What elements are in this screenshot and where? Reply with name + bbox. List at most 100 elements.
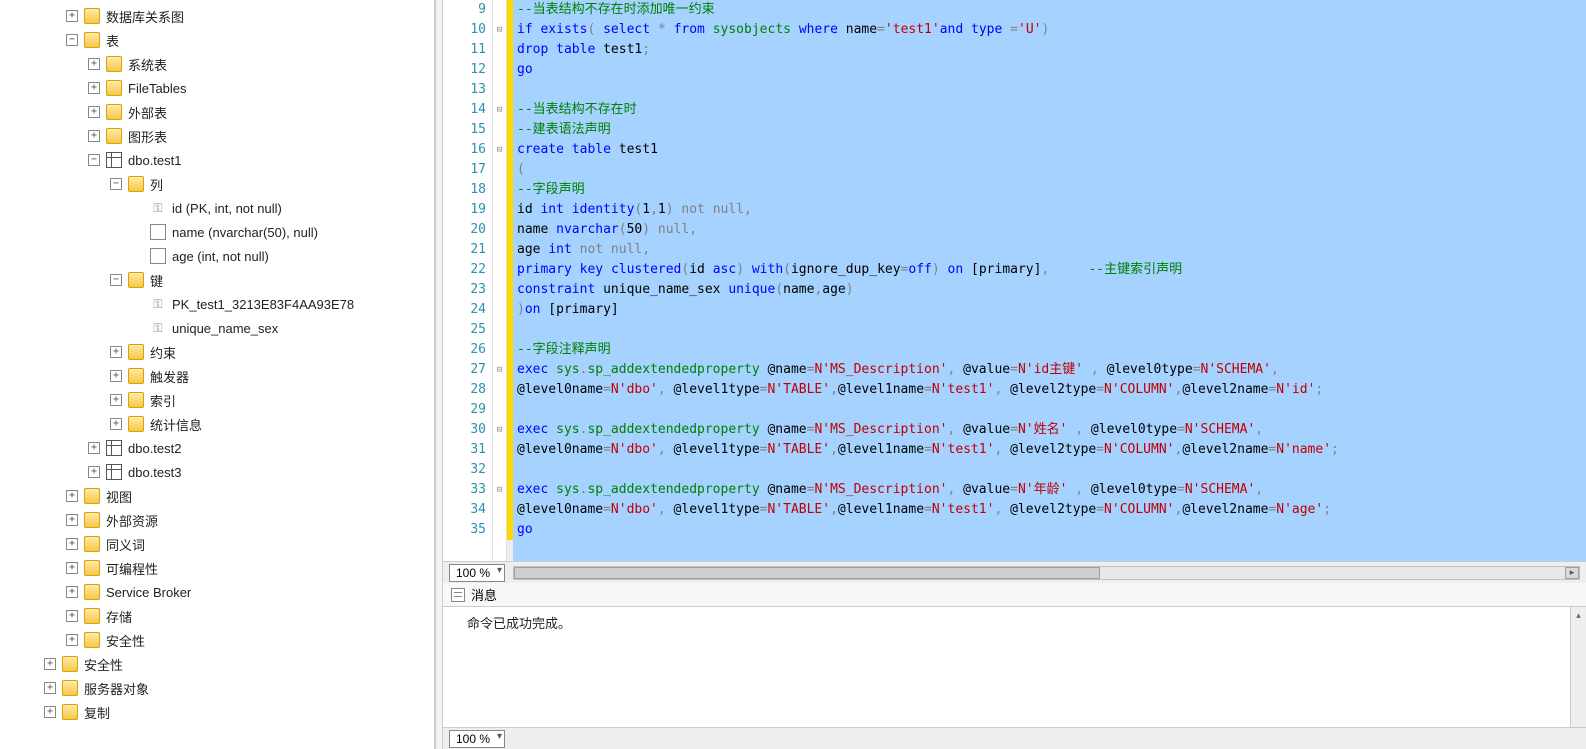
scroll-up-icon[interactable]: ▴: [1571, 607, 1586, 623]
tree-item-label: 存储: [106, 607, 132, 626]
table-icon: [106, 464, 122, 480]
tree-item[interactable]: + dbo.test3: [0, 460, 434, 484]
tree-item[interactable]: + 数据库关系图: [0, 4, 434, 28]
tree-item[interactable]: −列: [0, 172, 434, 196]
tree-item-label: 索引: [150, 391, 176, 410]
zoom-dropdown[interactable]: 100 %: [449, 564, 505, 582]
tree-item[interactable]: −dbo.test1: [0, 148, 434, 172]
editor-zoom-bar: 100 % ◂ ▸: [443, 561, 1586, 583]
tree-item[interactable]: +外部表: [0, 100, 434, 124]
column-icon: [150, 248, 166, 264]
expand-toggle[interactable]: +: [66, 586, 78, 598]
messages-vscroll[interactable]: ▴: [1570, 607, 1586, 727]
expand-toggle[interactable]: +: [66, 10, 78, 22]
tree-item[interactable]: + 索引: [0, 388, 434, 412]
tree-item[interactable]: +视图: [0, 484, 434, 508]
sql-editor[interactable]: 9101112131415161718192021222324252627282…: [443, 0, 1586, 561]
expand-toggle[interactable]: +: [88, 130, 100, 142]
tree-item-label: dbo.test3: [128, 465, 182, 480]
expand-toggle[interactable]: +: [110, 418, 122, 430]
expand-toggle[interactable]: +: [88, 82, 100, 94]
folder-icon: [106, 104, 122, 120]
expand-toggle[interactable]: −: [110, 274, 122, 286]
tree-item[interactable]: −键: [0, 268, 434, 292]
tree-item[interactable]: + dbo.test2: [0, 436, 434, 460]
tree-item[interactable]: + 存储: [0, 604, 434, 628]
tree-item[interactable]: name (nvarchar(50), null): [0, 220, 434, 244]
expand-toggle[interactable]: +: [44, 658, 56, 670]
tree-item[interactable]: + FileTables: [0, 76, 434, 100]
tree-item-label: Service Broker: [106, 585, 191, 600]
expand-toggle[interactable]: +: [66, 538, 78, 550]
tree-item-label: 表: [106, 31, 119, 50]
tree-item-label: unique_name_sex: [172, 321, 278, 336]
expand-toggle[interactable]: +: [66, 634, 78, 646]
expand-toggle[interactable]: +: [66, 610, 78, 622]
expand-toggle[interactable]: +: [66, 514, 78, 526]
tree-item-label: PK_test1_3213E83F4AA93E78: [172, 297, 354, 312]
expand-toggle[interactable]: +: [110, 370, 122, 382]
tree-item-label: 数据库关系图: [106, 7, 184, 26]
scroll-thumb[interactable]: [514, 567, 1100, 579]
tree-item-label: 外部资源: [106, 511, 158, 530]
expand-toggle[interactable]: +: [44, 682, 56, 694]
folder-icon: [128, 416, 144, 432]
folder-icon: [106, 56, 122, 72]
tree-item[interactable]: −表: [0, 28, 434, 52]
folder-icon: [84, 536, 100, 552]
tree-item[interactable]: ⚿ id (PK, int, not null): [0, 196, 434, 220]
tree-item[interactable]: +可编程性: [0, 556, 434, 580]
tree-item[interactable]: + 安全性: [0, 628, 434, 652]
object-explorer[interactable]: +数据库关系图−表+系统表+FileTables+外部表+图形表−dbo.tes…: [0, 0, 435, 749]
tree-item[interactable]: +同义词: [0, 532, 434, 556]
messages-body[interactable]: 命令已成功完成。 ▴: [443, 607, 1586, 727]
expand-toggle[interactable]: +: [88, 466, 100, 478]
expand-toggle[interactable]: −: [110, 178, 122, 190]
tree-item-label: 键: [150, 271, 163, 290]
tree-item[interactable]: +服务器对象: [0, 676, 434, 700]
tree-item[interactable]: +触发器: [0, 364, 434, 388]
expand-toggle[interactable]: +: [110, 394, 122, 406]
tree-item[interactable]: age (int, not null): [0, 244, 434, 268]
zoom-dropdown-msg[interactable]: 100 %: [449, 730, 505, 748]
line-numbers: 9101112131415161718192021222324252627282…: [443, 0, 493, 561]
tree-item-label: id (PK, int, not null): [172, 201, 282, 216]
splitter[interactable]: [435, 0, 443, 749]
expand-toggle[interactable]: +: [110, 346, 122, 358]
tree-item[interactable]: + 系统表: [0, 52, 434, 76]
tree-item[interactable]: ⚿ PK_test1_3213E83F4AA93E78: [0, 292, 434, 316]
tree-item-label: 系统表: [128, 55, 167, 74]
tree-item[interactable]: +统计信息: [0, 412, 434, 436]
tree-item-label: 安全性: [106, 631, 145, 650]
expand-toggle[interactable]: +: [66, 490, 78, 502]
key-icon: ⚿: [150, 200, 166, 216]
tree-item[interactable]: +约束: [0, 340, 434, 364]
tree-item[interactable]: + 外部资源: [0, 508, 434, 532]
tree-item-label: name (nvarchar(50), null): [172, 225, 318, 240]
tree-item[interactable]: + Service Broker: [0, 580, 434, 604]
expand-toggle[interactable]: −: [88, 154, 100, 166]
tree-item[interactable]: +安全性: [0, 652, 434, 676]
messages-tab[interactable]: 消息: [443, 583, 1586, 607]
expand-toggle[interactable]: +: [88, 58, 100, 70]
tree-item[interactable]: ⚿unique_name_sex: [0, 316, 434, 340]
folder-icon: [84, 32, 100, 48]
tree-item[interactable]: +图形表: [0, 124, 434, 148]
expand-toggle[interactable]: +: [88, 442, 100, 454]
horizontal-scrollbar[interactable]: ◂ ▸: [513, 566, 1580, 580]
tree-item-label: 列: [150, 175, 163, 194]
expand-toggle[interactable]: +: [88, 106, 100, 118]
folder-icon: [128, 344, 144, 360]
expand-toggle[interactable]: +: [66, 562, 78, 574]
tree-item[interactable]: +复制: [0, 700, 434, 724]
expand-toggle[interactable]: +: [44, 706, 56, 718]
code-text[interactable]: --当表结构不存在时添加唯一约束if exists( select * from…: [513, 0, 1586, 561]
column-icon: [150, 224, 166, 240]
folder-icon: [106, 80, 122, 96]
scroll-right-icon[interactable]: ▸: [1565, 567, 1579, 579]
key-icon: ⚿: [150, 296, 166, 312]
expand-toggle[interactable]: −: [66, 34, 78, 46]
tree-item-label: dbo.test2: [128, 441, 182, 456]
fold-markers[interactable]: ⊟⊟⊟⊟⊟⊟: [493, 0, 507, 561]
tree-item-label: FileTables: [128, 81, 187, 96]
